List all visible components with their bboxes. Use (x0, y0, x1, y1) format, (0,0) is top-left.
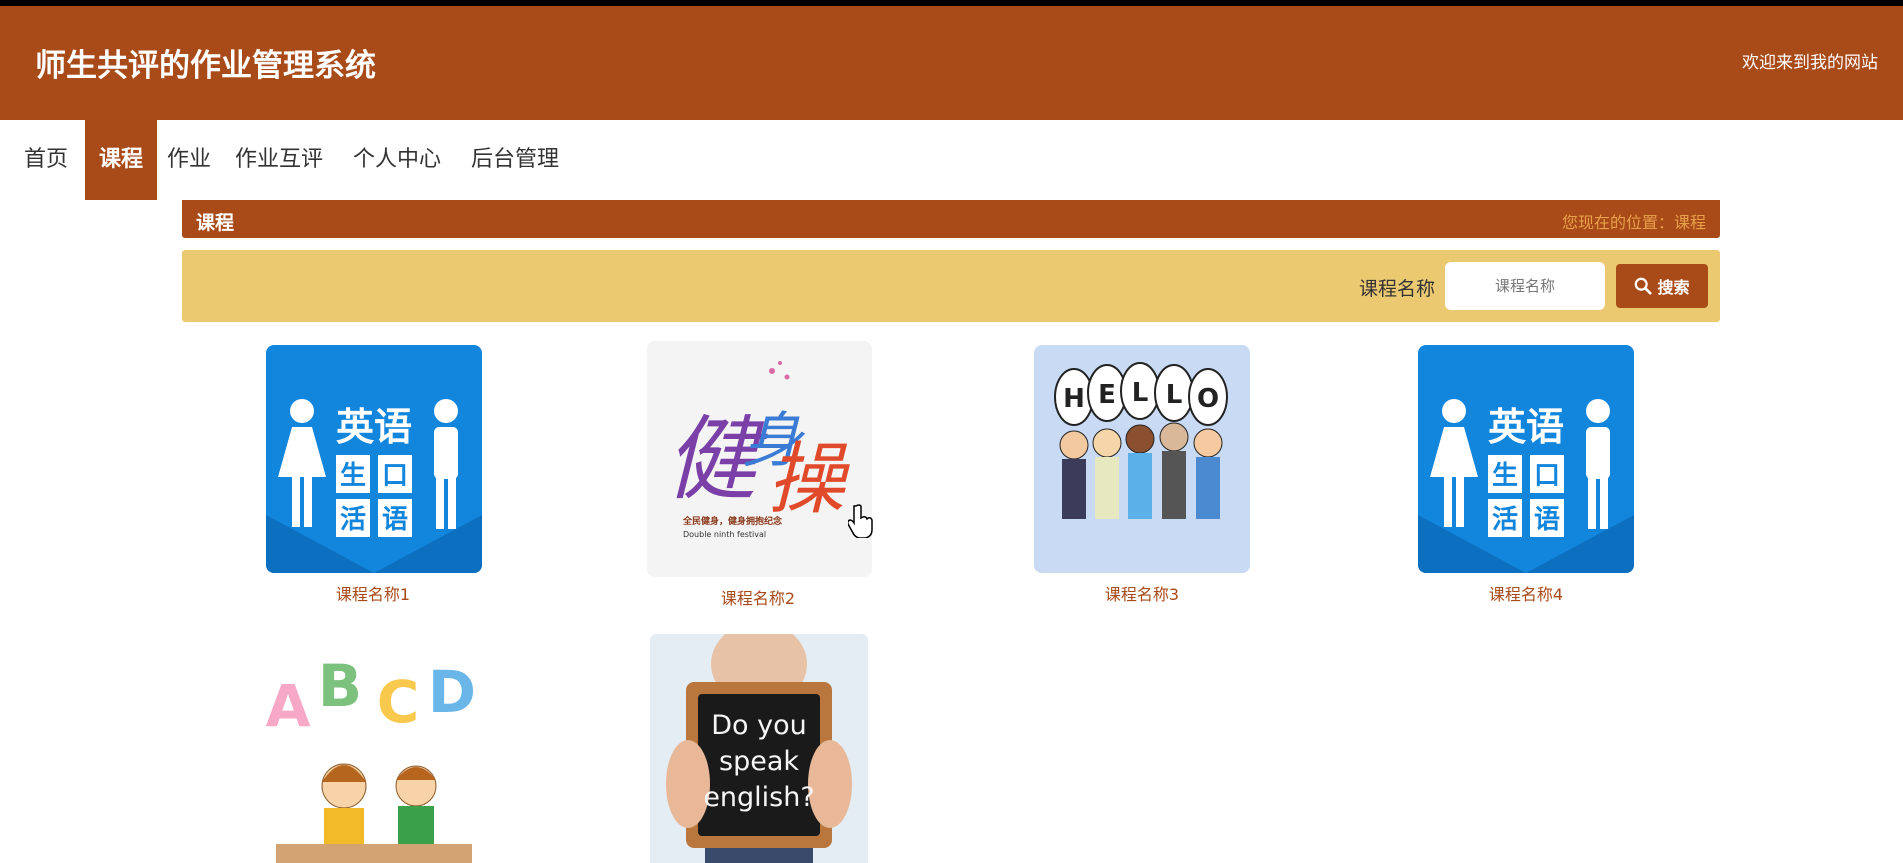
course-name-4[interactable]: 课程名称4 (1411, 581, 1641, 605)
welcome-text: 欢迎来到我的网站 (1742, 53, 1878, 73)
course-image-5[interactable]: A B C D (266, 634, 482, 863)
main-nav: 首页 课程 作业 作业互评 个人中心 后台管理 (0, 120, 1903, 200)
svg-text:语: 语 (1534, 505, 1560, 535)
svg-text:语: 语 (382, 505, 408, 535)
svg-text:speak: speak (719, 746, 799, 777)
svg-text:A: A (266, 672, 311, 740)
course-image-4[interactable]: 英语 生 口 活 语 (1418, 345, 1634, 573)
svg-text:B: B (318, 652, 362, 720)
nav-item-admin[interactable]: 后台管理 (471, 120, 559, 200)
nav-item-courses[interactable]: 课程 (85, 120, 157, 200)
course-image-6[interactable]: Do you speak english? (650, 634, 868, 863)
search-button[interactable]: 搜索 (1616, 264, 1708, 308)
nav-item-personal-center[interactable]: 个人中心 (353, 120, 441, 200)
svg-text:操: 操 (767, 435, 850, 525)
svg-text:Do you: Do you (711, 710, 807, 741)
course-image-2[interactable]: 健 身 操 全民健身，健身拥抱纪念 Double ninth festival (647, 341, 872, 577)
svg-text:E: E (1098, 380, 1116, 410)
svg-text:L: L (1166, 380, 1183, 410)
svg-text:Double ninth festival: Double ninth festival (683, 530, 766, 539)
svg-text:口: 口 (382, 461, 408, 491)
course-image-1[interactable]: 英语 生 口 活 语 (266, 345, 482, 573)
svg-text:english?: english? (703, 782, 814, 813)
course-image-3[interactable]: H E L L O (1034, 345, 1250, 573)
svg-text:英语: 英语 (336, 405, 412, 449)
site-header: 师生共评的作业管理系统 欢迎来到我的网站 (0, 6, 1903, 120)
nav-item-home[interactable]: 首页 (24, 120, 68, 200)
course-name-1[interactable]: 课程名称1 (258, 581, 488, 605)
course-name-input[interactable] (1445, 262, 1605, 310)
hand-cursor-icon (848, 504, 873, 538)
svg-text:全民健身，健身拥抱纪念: 全民健身，健身拥抱纪念 (682, 515, 782, 527)
nav-item-homework[interactable]: 作业 (167, 120, 211, 200)
svg-text:生: 生 (340, 461, 366, 491)
nav-item-peer-review[interactable]: 作业互评 (235, 120, 323, 200)
site-title: 师生共评的作业管理系统 (35, 48, 376, 84)
svg-text:活: 活 (1492, 505, 1518, 535)
svg-text:口: 口 (1534, 461, 1560, 491)
search-icon (1635, 277, 1653, 295)
location-text: 您现在的位置：课程 (1561, 213, 1706, 232)
course-name-2[interactable]: 课程名称2 (643, 585, 873, 609)
svg-text:C: C (377, 668, 420, 736)
breadcrumb: 课程 您现在的位置：课程 (182, 200, 1720, 238)
svg-text:英语: 英语 (1488, 405, 1564, 449)
svg-text:O: O (1197, 384, 1219, 414)
page-title: 课程 (196, 212, 235, 234)
svg-text:生: 生 (1492, 461, 1518, 491)
course-name-3[interactable]: 课程名称3 (1027, 581, 1257, 605)
search-label: 课程名称 (1358, 278, 1435, 300)
svg-text:D: D (428, 658, 476, 726)
search-button-label: 搜索 (1657, 278, 1690, 297)
svg-text:L: L (1132, 378, 1149, 408)
search-bar: 课程名称 搜索 (182, 250, 1720, 322)
svg-text:活: 活 (340, 505, 366, 535)
svg-text:H: H (1063, 384, 1085, 414)
